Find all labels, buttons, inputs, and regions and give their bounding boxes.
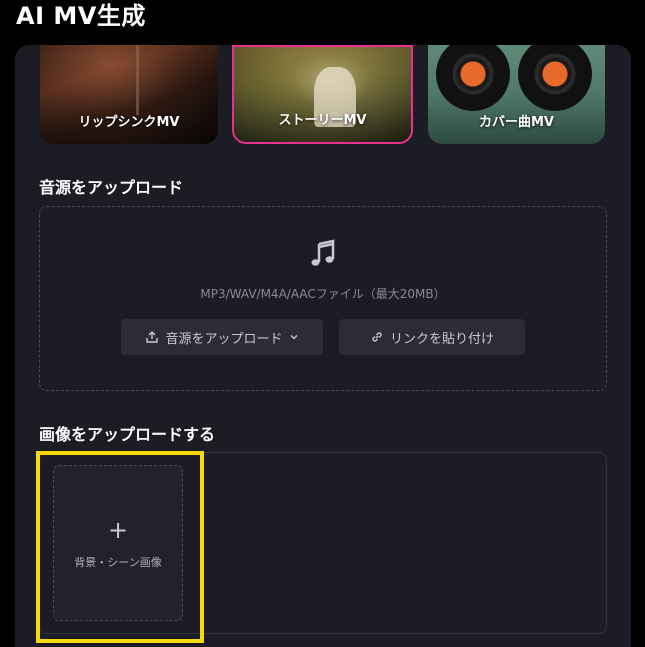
mode-card-label: カバー曲MV [479, 115, 554, 130]
image-slot-label: 背景・シーン画像 [74, 556, 162, 569]
paste-link-label: リンクを貼り付け [389, 331, 494, 347]
vinyl-record-icon [436, 45, 510, 111]
image-upload-area: + 背景・シーン画像 [39, 452, 607, 634]
audio-format-hint: MP3/WAV/M4A/AACファイル（最大20MB） [200, 287, 446, 301]
link-icon [372, 332, 382, 342]
mode-card-story[interactable]: ストーリーMV [232, 45, 413, 144]
mode-card-label: ストーリーMV [278, 113, 367, 128]
mv-generator-panel: リップシンクMV ストーリーMV カバー曲MV 音源をアップロード MP3/WA… [15, 45, 631, 647]
plus-icon: + [107, 516, 129, 544]
music-note-icon [311, 239, 335, 266]
vinyl-record-icon [518, 45, 592, 111]
mode-card-label: リップシンクMV [78, 115, 180, 130]
mode-card-cover[interactable]: カバー曲MV [428, 45, 605, 144]
audio-dropzone[interactable]: MP3/WAV/M4A/AACファイル（最大20MB） 音源をアップロード リン… [39, 206, 607, 391]
upload-icon [146, 331, 159, 343]
audio-section-title: 音源をアップロード [39, 178, 184, 197]
background-scene-image-slot[interactable]: + 背景・シーン画像 [53, 465, 183, 621]
upload-audio-label: 音源をアップロード [165, 331, 283, 347]
microphone-stand-image [136, 45, 139, 115]
chevron-down-icon [290, 335, 297, 340]
page-title: AI MV生成 [16, 2, 146, 30]
upload-audio-button[interactable]: 音源をアップロード [121, 319, 323, 355]
mode-card-lipsync[interactable]: リップシンクMV [40, 45, 218, 144]
paste-link-button[interactable]: リンクを貼り付け [339, 319, 525, 355]
image-section-title: 画像をアップロードする [39, 425, 216, 444]
